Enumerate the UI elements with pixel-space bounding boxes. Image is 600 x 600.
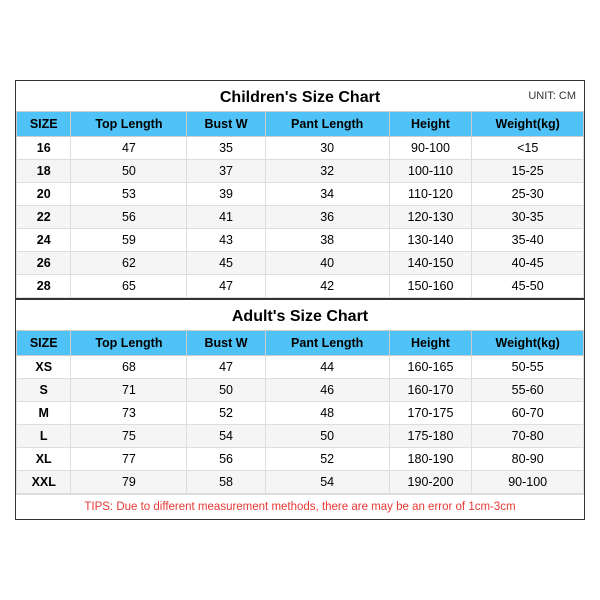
table-row: XXL795854190-20090-100 (17, 471, 584, 494)
size-chart: Children's Size Chart UNIT: CM SIZE Top … (15, 80, 585, 520)
table-row: 18503732100-11015-25 (17, 160, 584, 183)
adult-header-row: SIZE Top Length Bust W Pant Length Heigh… (17, 331, 584, 356)
children-section-title: Children's Size Chart (220, 89, 380, 106)
children-table: SIZE Top Length Bust W Pant Length Heigh… (16, 111, 584, 298)
children-col-height: Height (389, 112, 472, 137)
children-col-top: Top Length (71, 112, 187, 137)
adult-col-top: Top Length (71, 331, 187, 356)
children-title-row: Children's Size Chart UNIT: CM (16, 81, 584, 111)
table-row: XS684744160-16550-55 (17, 356, 584, 379)
table-row: XL775652180-19080-90 (17, 448, 584, 471)
table-row: 26624540140-15040-45 (17, 252, 584, 275)
adult-col-height: Height (389, 331, 472, 356)
adult-title-row: Adult's Size Chart (16, 298, 584, 330)
children-header-row: SIZE Top Length Bust W Pant Length Heigh… (17, 112, 584, 137)
table-row: M735248170-17560-70 (17, 402, 584, 425)
children-col-size: SIZE (17, 112, 71, 137)
adult-col-bust: Bust W (187, 331, 265, 356)
adult-section-title: Adult's Size Chart (232, 308, 368, 325)
adult-col-weight: Weight(kg) (472, 331, 584, 356)
table-row: S715046160-17055-60 (17, 379, 584, 402)
tips-text: TIPS: Due to different measurement metho… (16, 494, 584, 519)
children-col-weight: Weight(kg) (472, 112, 584, 137)
adult-col-size: SIZE (17, 331, 71, 356)
table-row: 24594338130-14035-40 (17, 229, 584, 252)
table-row: 28654742150-16045-50 (17, 275, 584, 298)
children-col-bust: Bust W (187, 112, 265, 137)
table-row: 20533934110-12025-30 (17, 183, 584, 206)
unit-label: UNIT: CM (528, 90, 576, 102)
adult-col-pant: Pant Length (265, 331, 389, 356)
adult-table: SIZE Top Length Bust W Pant Length Heigh… (16, 330, 584, 494)
children-col-pant: Pant Length (265, 112, 389, 137)
table-row: 22564136120-13030-35 (17, 206, 584, 229)
table-row: 1647353090-100<15 (17, 137, 584, 160)
table-row: L755450175-18070-80 (17, 425, 584, 448)
